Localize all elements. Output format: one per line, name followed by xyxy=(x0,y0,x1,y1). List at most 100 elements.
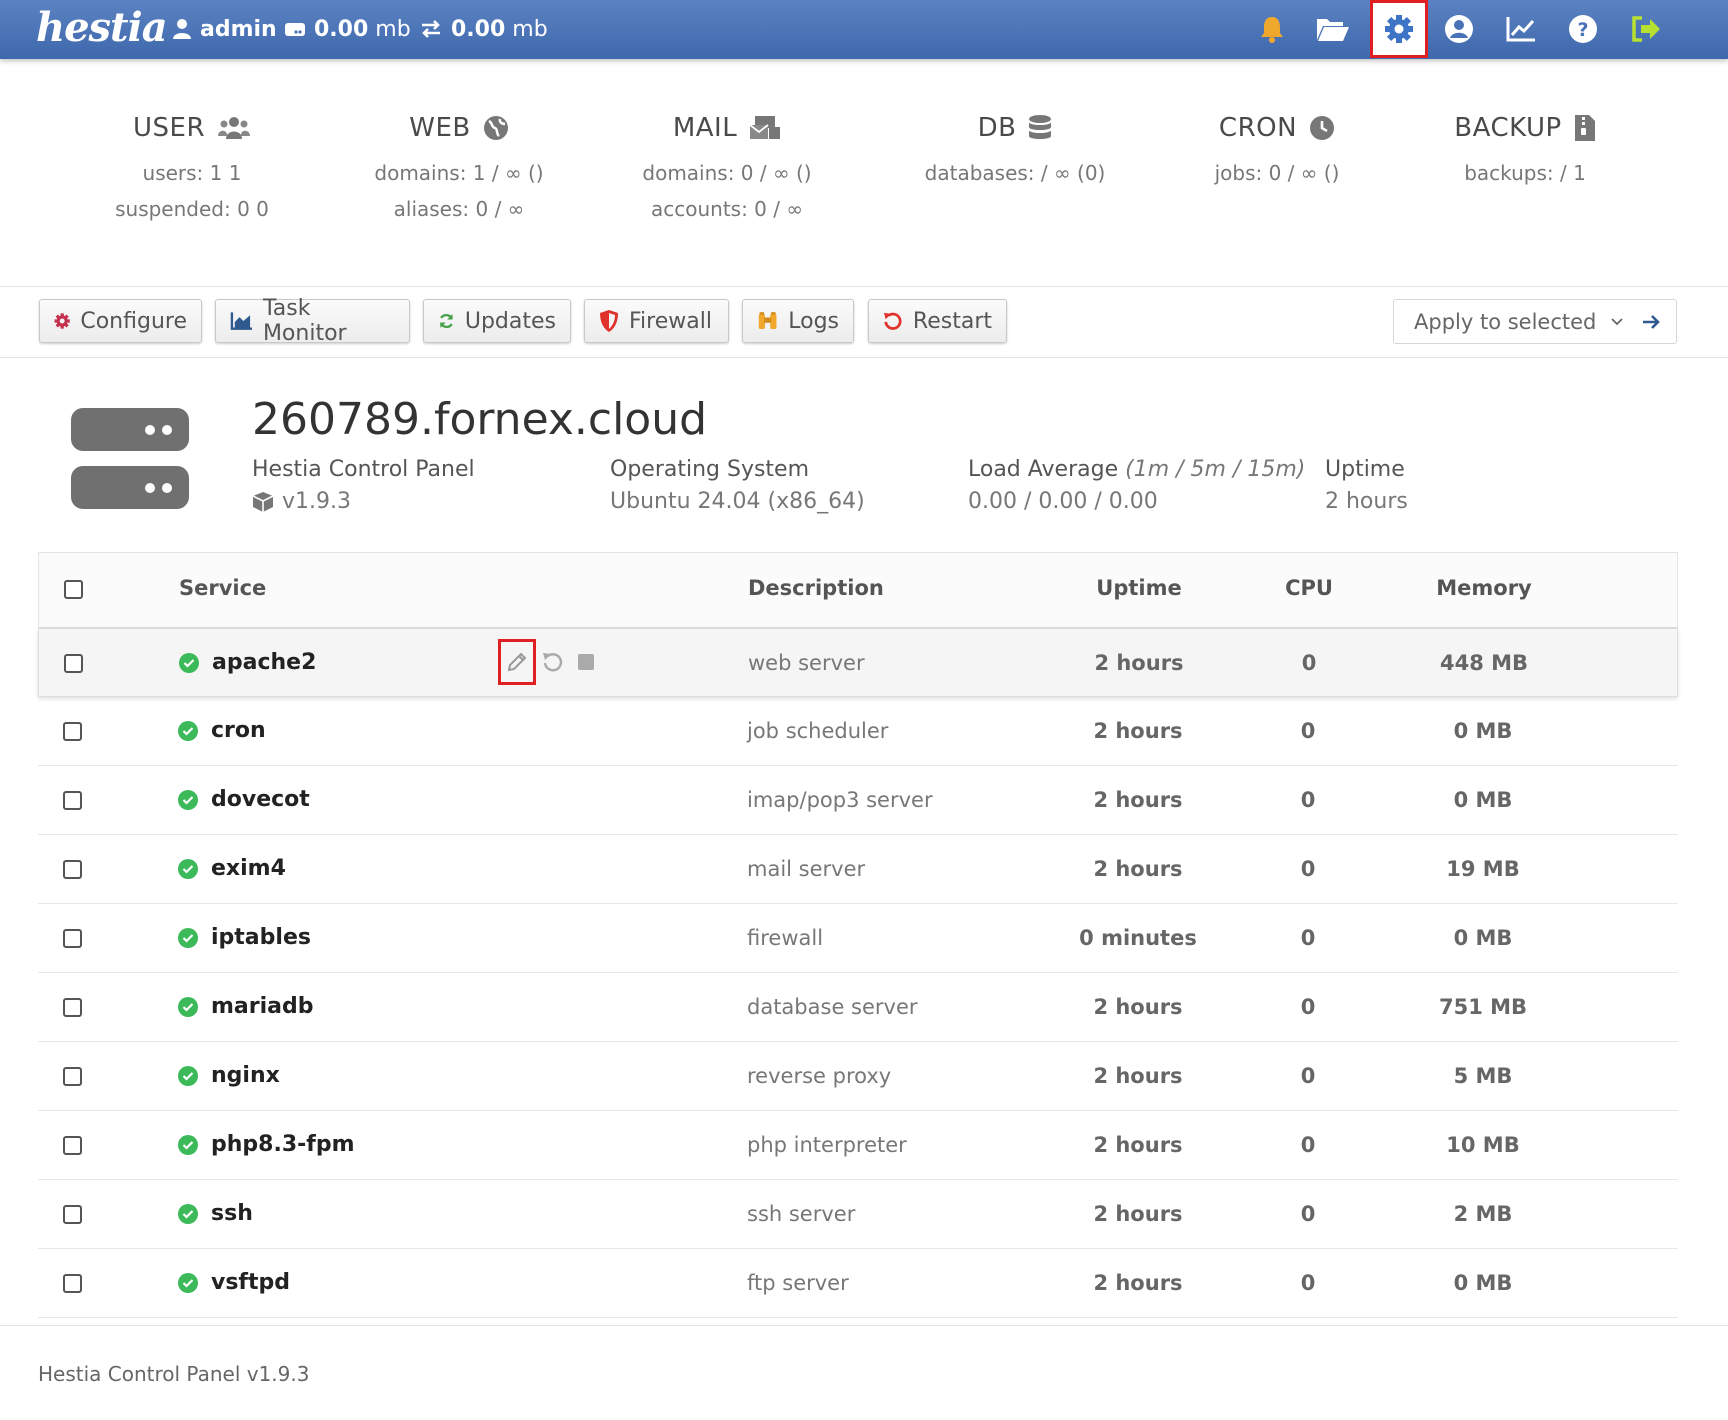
stats-user-line-1: users: 1 1 xyxy=(142,161,242,185)
row-checkbox[interactable] xyxy=(63,722,82,741)
service-name[interactable]: dovecot xyxy=(211,787,310,812)
service-uptime: 2 hours xyxy=(1093,1271,1183,1295)
help-button[interactable]: ? xyxy=(1562,8,1604,50)
service-memory: 19 MB xyxy=(1446,857,1520,881)
undo-icon xyxy=(883,312,902,330)
row-checkbox[interactable] xyxy=(63,929,82,948)
row-checkbox[interactable] xyxy=(63,1136,82,1155)
table-row[interactable]: ssh ssh server 2 hours 0 2 MB xyxy=(38,1180,1678,1249)
service-name[interactable]: iptables xyxy=(211,925,311,950)
divider xyxy=(0,286,1728,287)
stats-db-title: DB xyxy=(977,113,1017,143)
table-row[interactable]: dovecot imap/pop3 server 2 hours 0 0 MB xyxy=(38,766,1678,835)
configure-button[interactable]: Configure xyxy=(39,299,202,343)
load-label: Load Average xyxy=(968,457,1119,482)
server-settings-button[interactable] xyxy=(1370,0,1428,58)
table-row[interactable]: php8.3-fpm php interpreter 2 hours 0 10 MB xyxy=(38,1111,1678,1180)
task-monitor-button[interactable]: Task Monitor xyxy=(215,296,410,346)
row-checkbox[interactable] xyxy=(63,1205,82,1224)
table-row[interactable]: vsftpd ftp server 2 hours 0 0 MB xyxy=(38,1249,1678,1318)
row-checkbox[interactable] xyxy=(63,1067,82,1086)
file-archive-icon xyxy=(1574,115,1595,141)
service-name[interactable]: php8.3-fpm xyxy=(211,1132,355,1157)
stats-backup[interactable]: BACKUP backups: / 1 xyxy=(1405,108,1645,184)
status-running-icon xyxy=(178,720,198,741)
row-checkbox[interactable] xyxy=(63,998,82,1017)
table-row[interactable]: iptables firewall 0 minutes 0 0 MB xyxy=(38,904,1678,973)
status-running-icon xyxy=(178,1065,198,1086)
panel-version: v1.9.3 xyxy=(282,489,351,514)
stop-service-button[interactable] xyxy=(577,653,595,671)
bell-icon xyxy=(1261,17,1283,43)
service-name[interactable]: cron xyxy=(211,718,266,743)
logout-icon xyxy=(1632,16,1660,42)
service-cpu: 0 xyxy=(1300,1202,1316,1226)
stats-web-line-2: aliases: 0 / ∞ xyxy=(393,197,525,221)
service-memory: 5 MB xyxy=(1453,1064,1513,1088)
service-uptime: 2 hours xyxy=(1093,995,1183,1019)
divider xyxy=(0,357,1728,358)
stats-mail-line-2: accounts: 0 / ∞ xyxy=(650,197,804,221)
notifications-button[interactable] xyxy=(1251,8,1293,50)
users-icon xyxy=(218,117,251,139)
stats-user[interactable]: USER users: 1 1 suspended: 0 0 xyxy=(72,108,312,220)
user-profile-button[interactable] xyxy=(1438,8,1480,50)
table-row[interactable]: cron job scheduler 2 hours 0 0 MB xyxy=(38,697,1678,766)
firewall-button[interactable]: Firewall xyxy=(584,299,729,343)
current-user[interactable]: admin xyxy=(172,12,277,46)
service-description: firewall xyxy=(747,926,824,950)
table-row[interactable]: exim4 mail server 2 hours 0 19 MB xyxy=(38,835,1678,904)
stop-icon xyxy=(578,654,594,670)
status-running-icon xyxy=(178,1203,198,1224)
file-manager-button[interactable] xyxy=(1312,8,1354,50)
service-uptime: 2 hours xyxy=(1093,1202,1183,1226)
table-row[interactable]: nginx reverse proxy 2 hours 0 5 MB xyxy=(38,1042,1678,1111)
apply-submit-button[interactable] xyxy=(1626,313,1676,331)
edit-service-button[interactable] xyxy=(498,639,536,685)
logs-button[interactable]: Logs xyxy=(742,299,854,343)
sync-icon xyxy=(440,313,453,329)
service-memory: 0 MB xyxy=(1453,788,1513,812)
disk-usage: 0.00 mb xyxy=(284,12,411,46)
table-row[interactable]: apache2 web server 2 hours 0 448 MB xyxy=(38,628,1678,697)
restart-service-button[interactable] xyxy=(542,651,564,673)
service-name[interactable]: ssh xyxy=(211,1201,253,1226)
service-cpu: 0 xyxy=(1300,1064,1316,1088)
table-row[interactable]: mariadb database server 2 hours 0 751 MB xyxy=(38,973,1678,1042)
select-all-checkbox[interactable] xyxy=(64,580,83,599)
svg-text:?: ? xyxy=(1577,19,1588,41)
service-name[interactable]: mariadb xyxy=(211,994,314,1019)
stats-db[interactable]: DB databases: / ∞ (0) xyxy=(895,108,1135,184)
apply-to-selected-label: Apply to selected xyxy=(1414,309,1597,334)
row-checkbox[interactable] xyxy=(63,860,82,879)
service-memory: 0 MB xyxy=(1453,926,1513,950)
hestia-logo[interactable]: hestia xyxy=(36,4,168,52)
service-uptime: 2 hours xyxy=(1093,1133,1183,1157)
service-name[interactable]: vsftpd xyxy=(211,1270,290,1295)
username: admin xyxy=(200,16,277,42)
service-description: job scheduler xyxy=(747,719,889,743)
service-name[interactable]: apache2 xyxy=(212,650,316,675)
binoculars-icon xyxy=(758,312,777,329)
header-uptime: Uptime xyxy=(1096,576,1182,600)
shield-icon xyxy=(600,310,618,332)
stats-backup-line-1: backups: / 1 xyxy=(1464,161,1586,185)
undo-icon xyxy=(543,653,563,672)
stats-mail[interactable]: MAIL domains: 0 / ∞ () accounts: 0 / ∞ xyxy=(607,108,847,220)
stats-mail-title: MAIL xyxy=(672,113,738,143)
stats-backup-title: BACKUP xyxy=(1454,113,1562,143)
row-checkbox[interactable] xyxy=(64,654,83,673)
statistics-button[interactable] xyxy=(1500,8,1542,50)
service-cpu: 0 xyxy=(1300,788,1316,812)
service-name[interactable]: nginx xyxy=(211,1063,280,1088)
service-name[interactable]: exim4 xyxy=(211,856,286,881)
apply-to-selected-select[interactable]: Apply to selected xyxy=(1394,310,1626,334)
row-checkbox[interactable] xyxy=(63,1274,82,1293)
stats-web[interactable]: WEB domains: 1 / ∞ () aliases: 0 / ∞ xyxy=(339,108,579,220)
row-checkbox[interactable] xyxy=(63,791,82,810)
logout-button[interactable] xyxy=(1625,8,1667,50)
restart-button[interactable]: Restart xyxy=(868,299,1007,343)
updates-button[interactable]: Updates xyxy=(423,299,571,343)
service-cpu: 0 xyxy=(1300,1271,1316,1295)
stats-cron[interactable]: CRON jobs: 0 / ∞ () xyxy=(1157,108,1397,184)
